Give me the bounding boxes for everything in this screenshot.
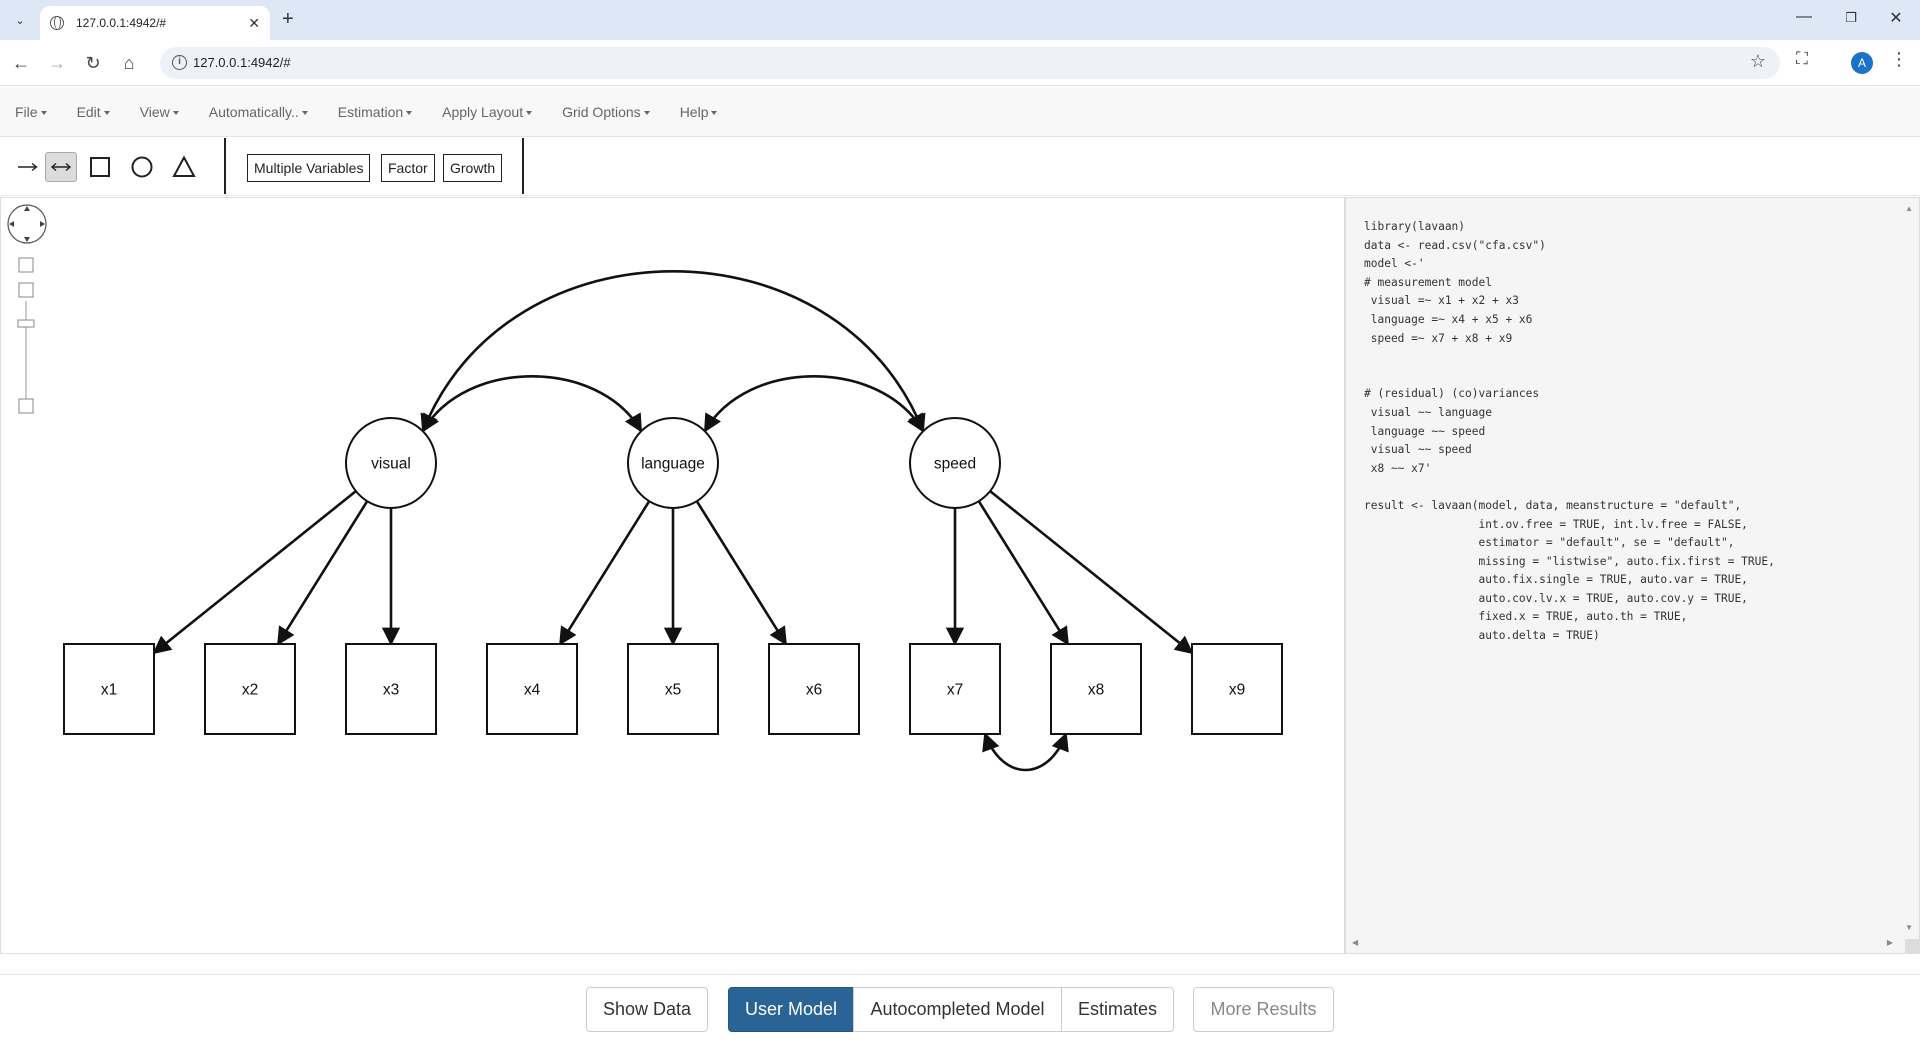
double-arrow-icon	[50, 162, 72, 172]
observed-label-x1[interactable]: x1	[101, 682, 117, 699]
view-tabs: Show Data User Model Autocompleted Model…	[0, 974, 1920, 1040]
show-data-button[interactable]: Show Data	[586, 987, 708, 1032]
covariance-arrow-tool[interactable]	[45, 152, 77, 182]
bookmark-star-icon[interactable]: ☆	[1750, 51, 1766, 72]
observed-label-x4[interactable]: x4	[524, 682, 541, 699]
loading-arrow-visual-x2[interactable]	[276, 500, 369, 646]
loading-arrow-language-x6[interactable]	[695, 500, 788, 646]
diagram-canvas[interactable]: visual language speed x1 x2 x3 x4 x5 x6 x7 x8 x9	[0, 197, 1345, 954]
minimize-icon[interactable]: —	[1789, 8, 1819, 26]
restore-icon[interactable]: ❐	[1836, 10, 1866, 26]
growth-button[interactable]: Growth	[443, 154, 503, 182]
scroll-up-icon[interactable]: ▲	[1905, 204, 1913, 213]
close-tab-icon[interactable]: ✕	[248, 15, 260, 32]
app-menubar: File Edit View Automatically.. Estimatio…	[0, 87, 1920, 137]
observed-label-x3[interactable]: x3	[383, 682, 399, 699]
loading-arrow-visual-x1[interactable]	[152, 490, 357, 655]
lavaan-code[interactable]: library(lavaan) data <- read.csv("cfa.cs…	[1364, 218, 1775, 646]
toolbar-divider	[522, 138, 524, 194]
forward-icon[interactable]: →	[44, 50, 70, 76]
menu-apply-layout[interactable]: Apply Layout	[442, 104, 532, 120]
arrow-right-icon	[18, 162, 38, 172]
constant-tool[interactable]	[168, 152, 200, 182]
scroll-right-icon[interactable]: ▶	[1887, 938, 1893, 947]
address-url[interactable]: 127.0.0.1:4942/#	[193, 55, 291, 70]
regression-arrow-tool[interactable]	[12, 152, 44, 182]
tab-autocompleted-model[interactable]: Autocompleted Model	[853, 987, 1062, 1032]
multiple-variables-button[interactable]: Multiple Variables	[247, 154, 371, 182]
browser-toolbar: ← → ↻ ⌂ i 127.0.0.1:4942/# ☆ ⛶ A ⋮	[0, 40, 1920, 86]
observed-label-x6[interactable]: x6	[806, 682, 822, 699]
lavaan-code-panel[interactable]: library(lavaan) data <- read.csv("cfa.cs…	[1345, 197, 1920, 954]
menu-help[interactable]: Help	[680, 104, 718, 120]
observed-label-x7[interactable]: x7	[947, 682, 963, 699]
tab-user-model[interactable]: User Model	[728, 987, 854, 1032]
menu-automatically[interactable]: Automatically..	[209, 104, 308, 120]
observed-label-x9[interactable]: x9	[1229, 682, 1245, 699]
covariance-arrow-visual-language[interactable]	[421, 374, 643, 433]
loading-arrow-language-x4[interactable]	[558, 500, 651, 646]
reload-icon[interactable]: ↻	[80, 50, 106, 76]
tab-estimates[interactable]: Estimates	[1061, 987, 1174, 1032]
covariance-arrow-x7-x8[interactable]	[982, 732, 1069, 772]
menu-grid-options[interactable]: Grid Options	[562, 104, 650, 120]
back-icon[interactable]: ←	[8, 50, 34, 76]
profile-avatar[interactable]: A	[1851, 52, 1873, 74]
toolbar-divider	[224, 138, 226, 194]
scroll-down-icon[interactable]: ▼	[1905, 923, 1913, 932]
site-info-icon[interactable]: i	[172, 55, 187, 70]
triangle-icon	[172, 155, 196, 177]
scrollbar-corner	[1905, 939, 1919, 953]
new-tab-icon[interactable]: +	[282, 8, 294, 30]
latent-label-language[interactable]: language	[641, 456, 705, 473]
latent-label-visual[interactable]: visual	[371, 456, 411, 473]
tab-search-icon[interactable]: ⌄	[6, 8, 34, 32]
square-icon	[90, 157, 110, 177]
circle-icon	[131, 156, 153, 178]
observed-variable-tool[interactable]	[84, 152, 116, 182]
observed-label-x5[interactable]: x5	[665, 682, 681, 699]
menu-view[interactable]: View	[140, 104, 179, 120]
scroll-left-icon[interactable]: ◀	[1352, 938, 1358, 947]
browser-tabstrip: ⌄ 127.0.0.1:4942/# ✕ + — ❐ ✕	[0, 0, 1920, 40]
menu-estimation[interactable]: Estimation	[338, 104, 412, 120]
covariance-arrow-visual-speed[interactable]	[420, 270, 926, 433]
browser-menu-icon[interactable]: ⋮	[1890, 49, 1908, 70]
more-results-button[interactable]: More Results	[1193, 987, 1334, 1032]
menu-file[interactable]: File	[15, 104, 47, 120]
tab-title: 127.0.0.1:4942/#	[76, 16, 167, 30]
factor-button[interactable]: Factor	[381, 154, 435, 182]
loading-arrow-speed-x8[interactable]	[977, 500, 1070, 646]
latent-variable-tool[interactable]	[126, 152, 158, 182]
home-icon[interactable]: ⌂	[116, 50, 142, 76]
menu-edit[interactable]: Edit	[77, 104, 110, 120]
drawing-toolbar: Multiple Variables Factor Growth	[0, 138, 1920, 196]
sem-diagram[interactable]: visual language speed x1 x2 x3 x4 x5 x6 x7 x8 x9	[1, 198, 1344, 953]
loading-arrow-speed-x9[interactable]	[989, 490, 1194, 655]
latent-label-speed[interactable]: speed	[934, 456, 976, 473]
globe-icon	[50, 16, 64, 30]
observed-label-x2[interactable]: x2	[242, 682, 258, 699]
address-bar[interactable]: i 127.0.0.1:4942/# ☆	[160, 47, 1780, 79]
close-window-icon[interactable]: ✕	[1881, 8, 1911, 28]
observed-label-x8[interactable]: x8	[1088, 682, 1104, 699]
covariance-arrow-language-speed[interactable]	[703, 374, 925, 433]
browser-tab[interactable]: 127.0.0.1:4942/# ✕	[40, 6, 270, 40]
extensions-icon[interactable]: ⛶	[1796, 49, 1808, 69]
